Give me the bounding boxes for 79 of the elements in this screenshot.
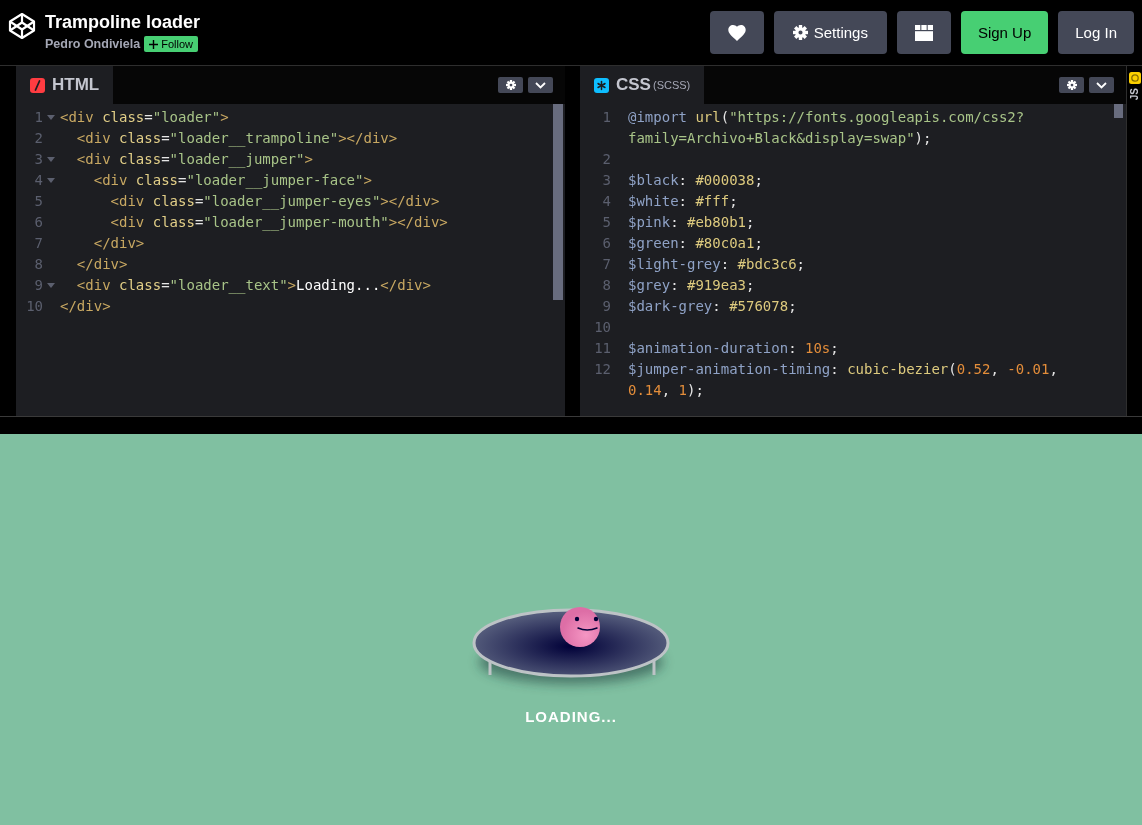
layout-icon xyxy=(914,24,933,41)
code-line: family=Archivo+Black&display=swap"); xyxy=(628,129,932,148)
js-badge-icon[interactable] xyxy=(1128,72,1141,84)
editor-menu-button[interactable] xyxy=(1089,77,1114,93)
code-line: <div class="loader__jumper-face"> xyxy=(93,171,372,191)
line-number: 4 xyxy=(602,192,611,211)
line-number: 3 xyxy=(34,150,43,169)
line-number: 5 xyxy=(602,213,611,232)
code-line: <div class="loader__trampoline"></div> xyxy=(76,129,398,149)
editor-settings-button[interactable] xyxy=(1059,77,1084,93)
line-number: 8 xyxy=(602,276,611,295)
slash-tile-icon xyxy=(30,77,45,93)
code-line: <div class="loader__jumper-eyes"></div> xyxy=(110,192,440,212)
code-line: <div class="loader__jumper-mouth"></div> xyxy=(110,213,448,233)
code-line: </div> xyxy=(93,234,145,253)
editor-settings-button[interactable] xyxy=(498,77,523,93)
scrollbar-thumb[interactable] xyxy=(553,104,563,300)
code-line: </div> xyxy=(76,255,128,274)
line-number: 2 xyxy=(602,150,611,169)
line-number: 7 xyxy=(34,234,43,253)
code-line: <div class="loader__text">Loading...</div> xyxy=(76,276,431,296)
line-number: 5 xyxy=(34,192,43,211)
asterisk-tile-icon xyxy=(594,77,609,93)
log-in-button[interactable]: Log In xyxy=(1058,11,1134,54)
code-line: $light-grey: #bdc3c6; xyxy=(628,255,806,274)
code-line: @import url("https://fonts.googleapis.com/css2? xyxy=(628,108,1025,127)
fold-caret-icon[interactable] xyxy=(47,115,55,120)
code-line: <div class="loader__jumper"> xyxy=(76,150,313,170)
line-number: 6 xyxy=(34,213,43,232)
line-number: 10 xyxy=(26,297,43,316)
line-number: 3 xyxy=(602,171,611,190)
code-line: $animation-duration: 10s; xyxy=(628,339,839,358)
line-number: 6 xyxy=(602,234,611,253)
line-number: 12 xyxy=(594,360,611,379)
code-line: <div class="loader"> xyxy=(60,108,229,127)
line-number: 2 xyxy=(34,129,43,148)
fold-caret-icon[interactable] xyxy=(47,283,55,288)
loading-text: LOADING... xyxy=(525,708,617,726)
code-line: 0.14, 1); xyxy=(628,381,704,400)
line-number: 9 xyxy=(602,297,611,316)
editor-tab[interactable]: CSS(SCSS) xyxy=(580,66,705,104)
line-number: 11 xyxy=(594,339,611,358)
code-line: $green: #80c0a1; xyxy=(628,234,763,253)
code-line: $grey: #919ea3; xyxy=(628,276,755,295)
line-number: 8 xyxy=(34,255,43,274)
smiling-ball-drawing xyxy=(560,607,600,647)
settings-icon xyxy=(505,80,516,90)
settings-button[interactable]: Settings xyxy=(773,11,887,54)
code-line: $jumper-animation-timing: cubic-bezier(0.52, -0.01, xyxy=(628,360,1058,379)
line-number: 1 xyxy=(602,108,611,127)
line-number: 10 xyxy=(594,318,611,337)
code-line: $black: #000038; xyxy=(628,171,763,190)
author-name[interactable]: Pedro Ondiviela xyxy=(45,36,141,52)
chevron-icon xyxy=(535,81,546,89)
line-number: 9 xyxy=(34,276,43,295)
editor-menu-button[interactable] xyxy=(528,77,553,93)
sign-up-button[interactable]: Sign Up xyxy=(960,11,1049,54)
cube-logo-icon[interactable] xyxy=(8,12,36,40)
code-line: $white: #fff; xyxy=(628,192,738,211)
code-line: </div> xyxy=(60,297,111,316)
follow-button[interactable]: Follow xyxy=(144,36,198,52)
like-button[interactable] xyxy=(709,11,764,54)
code-line: $pink: #eb80b1; xyxy=(628,213,755,232)
fold-caret-icon[interactable] xyxy=(47,178,55,183)
settings-icon xyxy=(1066,80,1077,90)
scrollbar-thumb[interactable] xyxy=(1114,104,1123,118)
fold-caret-icon[interactable] xyxy=(47,157,55,162)
pen-title: Trampoline loader xyxy=(45,11,201,33)
line-number: 7 xyxy=(602,255,611,274)
layout-button[interactable] xyxy=(896,11,951,54)
line-number: 1 xyxy=(34,108,43,127)
code-line: $dark-grey: #576078; xyxy=(628,297,797,316)
editor-tab[interactable]: HTML xyxy=(16,66,114,104)
settings-icon xyxy=(792,25,808,40)
heart-icon xyxy=(727,24,746,41)
line-number: 4 xyxy=(34,171,43,190)
plus-icon xyxy=(149,39,159,49)
js-panel-label[interactable]: JS xyxy=(1129,88,1140,101)
chevron-icon xyxy=(1096,81,1107,89)
